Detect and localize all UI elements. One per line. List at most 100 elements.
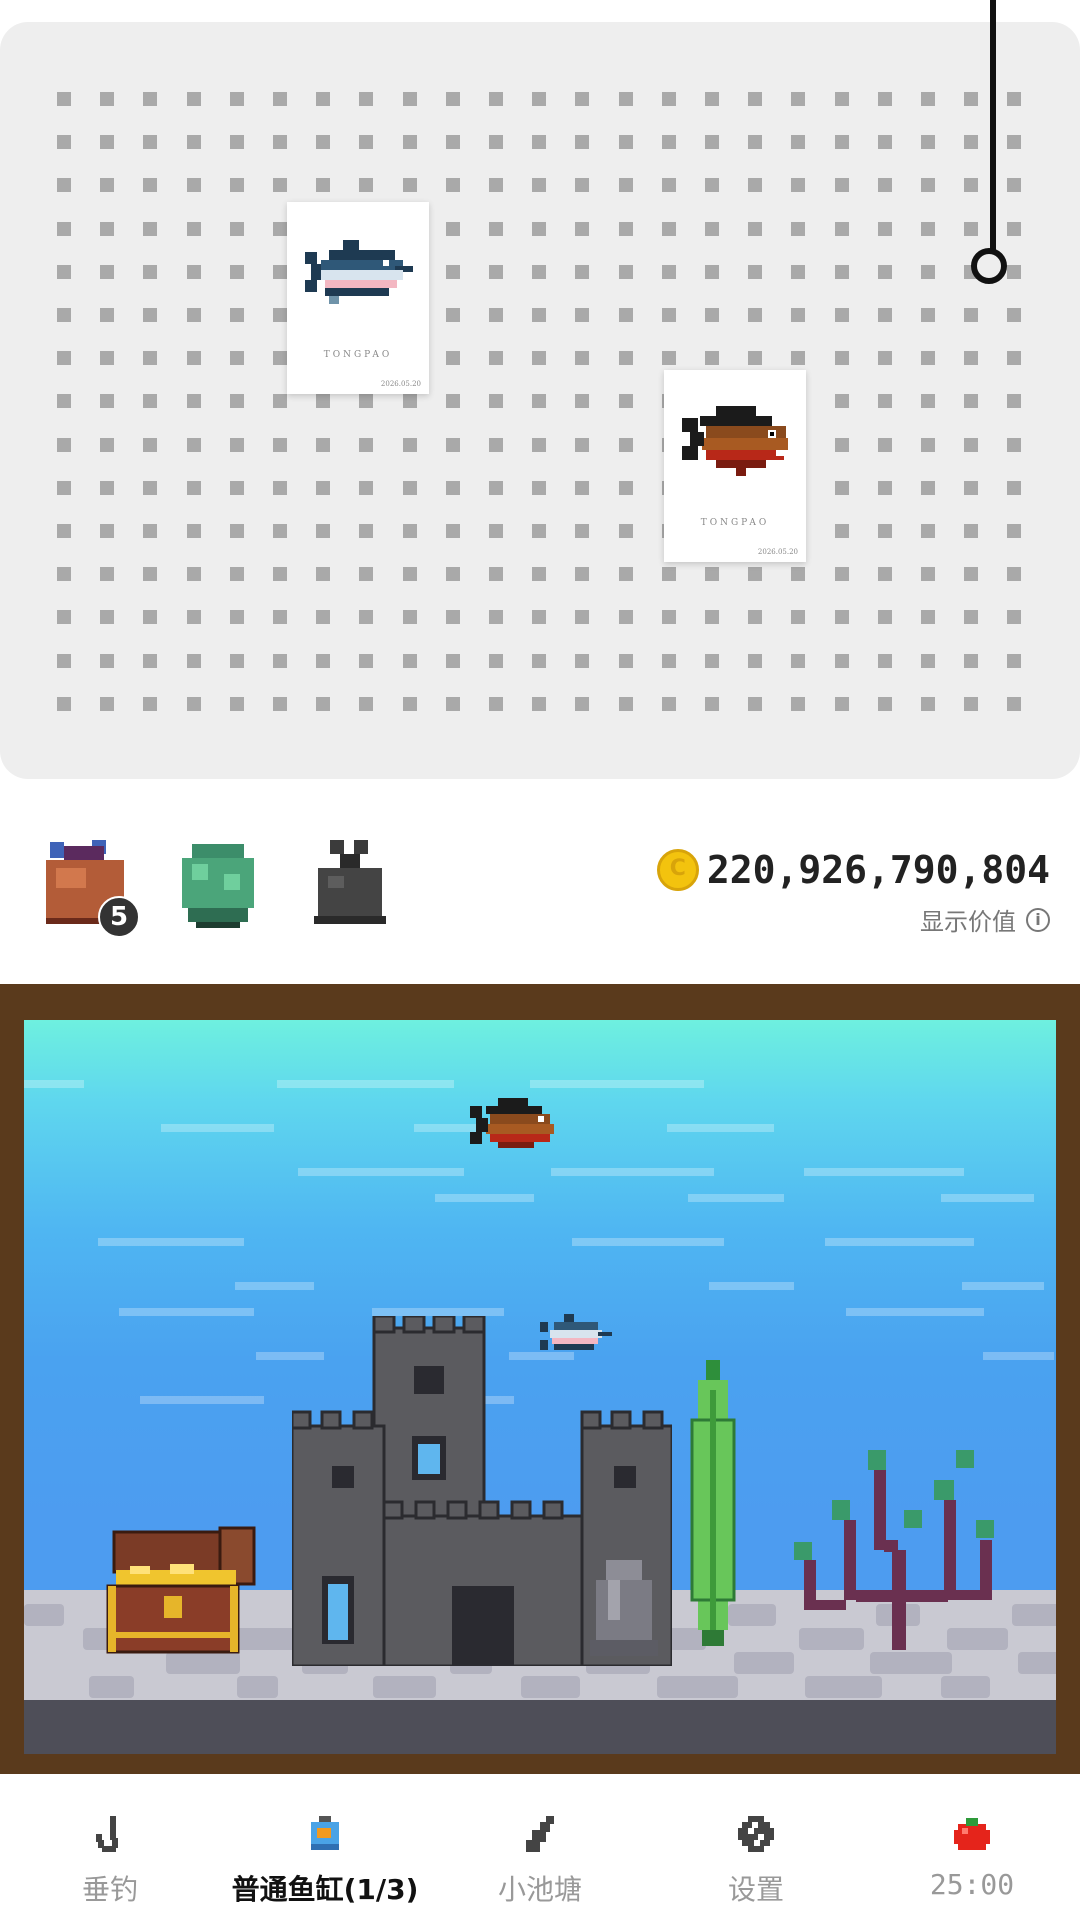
pegboard-hole — [575, 351, 589, 365]
pegboard-hole — [489, 524, 503, 538]
pegboard-hole — [230, 265, 244, 279]
water-ripple — [667, 1124, 774, 1132]
pegboard-hole — [187, 654, 201, 668]
pegboard-hole — [791, 654, 805, 668]
pegboard-hole — [532, 178, 546, 192]
pegboard-hole — [143, 351, 157, 365]
pegboard-hole — [273, 222, 287, 236]
tab-label: 小池塘 — [497, 1873, 582, 1906]
pegboard-hole — [921, 481, 935, 495]
pegboard-hole — [57, 654, 71, 668]
pegboard-hole — [187, 567, 201, 581]
pegboard-hole — [273, 610, 287, 624]
pegboard-hole — [662, 92, 676, 106]
pegboard-hole — [662, 308, 676, 322]
pegboard-hole — [964, 135, 978, 149]
pegboard-hole — [532, 351, 546, 365]
pegboard-hole — [791, 697, 805, 711]
pegboard-hole — [316, 135, 330, 149]
pegboard-hole — [446, 654, 460, 668]
pegboard-hole — [619, 265, 633, 279]
aquarium-water[interactable] — [24, 1020, 1056, 1754]
pegboard-hole — [273, 178, 287, 192]
fishbowl-icon — [311, 1816, 339, 1850]
water-ripple — [372, 1308, 504, 1316]
pegboard-hole — [878, 567, 892, 581]
pegboard-hole — [100, 351, 114, 365]
pegboard-hole — [230, 394, 244, 408]
pegboard-hole — [359, 567, 373, 581]
show-value-toggle[interactable]: 显示价值 i — [920, 902, 1050, 937]
seaweed-item[interactable] — [168, 834, 268, 934]
pegboard-hole — [532, 697, 546, 711]
pegboard-hole — [230, 481, 244, 495]
fish-photo-card[interactable]: TONGPAO 2026.05.20 — [287, 202, 429, 394]
water-ripple — [298, 1168, 464, 1176]
pegboard-hole — [575, 178, 589, 192]
tab-fishbowl[interactable]: 普通鱼缸(1/3) — [210, 1786, 440, 1920]
tab-fishing[interactable]: 垂钓 — [60, 1786, 160, 1920]
tab-pomodoro-timer[interactable]: 25:00 — [912, 1786, 1032, 1920]
pegboard-hole — [662, 351, 676, 365]
pegboard-hole — [230, 308, 244, 322]
tab-pond[interactable]: 小池塘 — [490, 1786, 590, 1920]
pegboard-hole — [921, 438, 935, 452]
pegboard-hole — [1007, 524, 1021, 538]
bait-bag-item[interactable]: 5 — [36, 834, 140, 938]
pegboard-hole — [359, 92, 373, 106]
pegboard-hole — [748, 697, 762, 711]
pegboard-hole — [187, 178, 201, 192]
pegboard-hole — [964, 308, 978, 322]
pegboard-hole — [964, 222, 978, 236]
pegboard-hole — [230, 610, 244, 624]
pegboard-hole — [921, 135, 935, 149]
piranha-icon[interactable] — [468, 1094, 558, 1158]
pegboard-hole — [489, 351, 503, 365]
pegboard-hole — [446, 92, 460, 106]
pegboard-hole — [57, 265, 71, 279]
pegboard-hole — [705, 654, 719, 668]
pegboard-hole — [143, 178, 157, 192]
water-ripple — [825, 1238, 974, 1246]
pegboard-hole — [575, 222, 589, 236]
tab-settings[interactable]: 设置 — [706, 1786, 806, 1920]
pegboard-hole — [878, 178, 892, 192]
pegboard-hole — [964, 610, 978, 624]
pegboard-hole — [748, 351, 762, 365]
pegboard-hole — [575, 610, 589, 624]
floor-stone — [89, 1676, 134, 1698]
pegboard-hole — [619, 308, 633, 322]
fish-photo-card[interactable]: TONGPAO 2026.05.20 — [664, 370, 806, 562]
water-ripple — [140, 1396, 264, 1404]
pegboard-hole — [273, 481, 287, 495]
pegboard-hole — [705, 135, 719, 149]
pegboard-hole — [230, 524, 244, 538]
pegboard-hole — [1007, 697, 1021, 711]
pegboard-hole — [489, 567, 503, 581]
pegboard-hole — [273, 567, 287, 581]
hook-ring-icon[interactable] — [971, 248, 1007, 284]
pegboard-hole — [878, 610, 892, 624]
pegboard-hole — [316, 654, 330, 668]
pegboard-hole — [57, 222, 71, 236]
pegboard-hole — [57, 438, 71, 452]
pegboard-hole — [57, 92, 71, 106]
pegboard-hole — [835, 222, 849, 236]
swordfish-icon — [305, 240, 413, 304]
info-icon[interactable]: i — [1026, 907, 1050, 932]
water-ripple — [962, 1282, 1044, 1290]
pegboard-hole — [187, 308, 201, 322]
pegboard-hole — [748, 265, 762, 279]
pegboard-hole — [835, 265, 849, 279]
pegboard-hole — [748, 135, 762, 149]
pegboard-hole — [57, 394, 71, 408]
pegboard-hole — [316, 438, 330, 452]
pegboard-hole — [619, 438, 633, 452]
pegboard-hole — [835, 178, 849, 192]
pegboard-hole — [100, 394, 114, 408]
pegboard-hole — [705, 178, 719, 192]
pegboard-hole — [57, 351, 71, 365]
pegboard-hole — [359, 394, 373, 408]
pegboard-hole — [143, 481, 157, 495]
stone-bag-item[interactable] — [300, 834, 400, 934]
